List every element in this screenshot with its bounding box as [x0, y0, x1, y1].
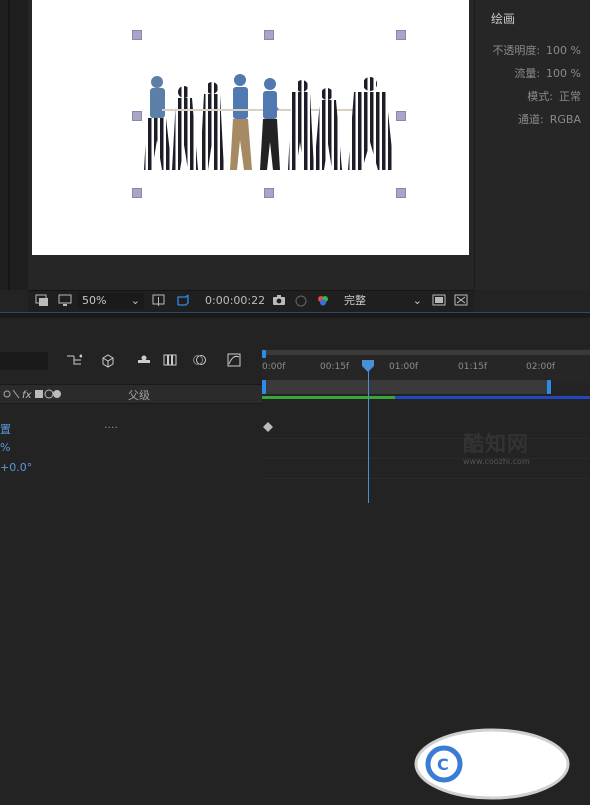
monitor-icon[interactable] — [58, 294, 72, 307]
work-area-bar[interactable] — [262, 350, 590, 355]
layer-property-name: % — [0, 441, 11, 454]
render-range-bar — [395, 396, 590, 399]
zoom-dropdown[interactable]: 50% ⌄ — [78, 293, 144, 309]
current-time-display[interactable]: 0:00:00:22 — [205, 293, 265, 309]
svg-text:C: C — [437, 755, 449, 774]
watermark-logo: C — [414, 728, 570, 800]
watermark-brand: 酷知网 — [463, 432, 529, 456]
flow-row[interactable]: 流量: 100 % — [514, 65, 581, 81]
resolution-dropdown[interactable]: 完整 ⌄ — [340, 293, 426, 309]
hide-shy-layers-icon[interactable] — [136, 352, 152, 368]
channels-value[interactable]: RGBA — [550, 113, 581, 126]
layer-property-name: 置 — [0, 423, 11, 436]
opacity-value[interactable]: 100 % — [546, 44, 581, 57]
resolution-value: 完整 — [344, 294, 366, 307]
motion-blur-icon[interactable] — [192, 352, 208, 368]
channels-row[interactable]: 通道: RGBA — [518, 111, 581, 127]
layer-switches-icons[interactable]: fx — [2, 388, 62, 400]
keyframe-track[interactable] — [262, 418, 590, 439]
zoom-value: 50% — [82, 294, 107, 307]
paint-panel-title: 绘画 — [491, 12, 516, 26]
transparency-grid-icon[interactable] — [176, 294, 190, 307]
work-area-start-handle[interactable] — [262, 350, 266, 358]
frame-blending-icon[interactable] — [162, 352, 178, 368]
mode-label: 模式: — [527, 90, 553, 103]
keyframe-diamond-icon[interactable] — [263, 422, 273, 432]
playhead-icon[interactable] — [362, 360, 374, 372]
composition-flowchart-icon[interactable] — [66, 352, 82, 368]
ruler-label: 01:00f — [389, 362, 419, 372]
graph-editor-icon[interactable] — [226, 352, 242, 368]
color-channels-icon[interactable] — [316, 294, 330, 307]
ruler-label: 02:00f — [526, 362, 556, 372]
layer-column-header: fx 父级 — [0, 384, 262, 404]
layer-row[interactable]: % — [0, 438, 262, 458]
always-preview-icon[interactable] — [35, 294, 49, 307]
layer-duration-bar[interactable] — [262, 380, 550, 394]
show-snapshot-icon[interactable] — [294, 294, 308, 307]
channels-label: 通道: — [518, 113, 544, 126]
layer-in-point-handle[interactable] — [262, 380, 266, 394]
cached-frames-bar — [262, 396, 395, 399]
timeline-panel: fx 父级 置 .... % +0.0° 0:00f 00:15f 01:00f… — [0, 318, 590, 800]
mode-row[interactable]: 模式: 正常 — [527, 88, 581, 104]
flow-value[interactable]: 100 % — [546, 67, 581, 80]
keyframe-track[interactable] — [262, 458, 590, 479]
layer-search-input[interactable] — [0, 352, 48, 370]
ruler-label: 00:15f — [320, 362, 350, 372]
transform-handle[interactable] — [132, 188, 142, 198]
transform-handle[interactable] — [264, 30, 274, 40]
chevron-down-icon: ⌄ — [412, 294, 422, 307]
transform-handle[interactable] — [396, 188, 406, 198]
layer-row[interactable]: +0.0° — [0, 458, 262, 478]
layer-property-value[interactable]: .... — [104, 418, 118, 431]
region-of-interest-icon[interactable] — [152, 294, 166, 307]
opacity-row[interactable]: 不透明度: 100 % — [492, 42, 581, 58]
transform-handle[interactable] — [132, 30, 142, 40]
parent-column-label: 父级 — [128, 389, 150, 402]
camera-snapshot-icon[interactable] — [272, 294, 286, 307]
layer-property-name: +0.0° — [0, 461, 33, 474]
opacity-label: 不透明度: — [492, 44, 541, 57]
transform-handle[interactable] — [264, 188, 274, 198]
ruler-label: 01:15f — [458, 362, 488, 372]
watermark-url: www.coozhi.com — [463, 457, 530, 466]
ruler-label: 0:00f — [262, 362, 286, 372]
layer-row[interactable]: 置 .... — [0, 418, 262, 438]
layer-out-point-handle[interactable] — [547, 380, 551, 394]
flow-label: 流量: — [514, 67, 541, 80]
composition-canvas[interactable] — [32, 0, 469, 255]
playhead-line[interactable] — [368, 360, 369, 503]
left-panel-strip — [0, 0, 28, 290]
toggle-pixel-aspect-icon[interactable] — [454, 294, 468, 307]
tug-of-war-image — [144, 74, 394, 170]
fast-preview-icon[interactable] — [432, 294, 446, 307]
mode-value[interactable]: 正常 — [559, 90, 581, 103]
svg-text:fx: fx — [22, 390, 32, 400]
draft-3d-icon[interactable] — [100, 352, 116, 368]
chevron-down-icon: ⌄ — [130, 294, 140, 307]
viewer-toolbar: 50% ⌄ 0:00:00:22 完整 ⌄ — [28, 290, 474, 312]
panel-edge — [8, 0, 10, 290]
transform-handle[interactable] — [132, 111, 142, 121]
paint-panel: 绘画 不透明度: 100 % 流量: 100 % 模式: 正常 通道: RGBA — [474, 0, 590, 290]
transform-handle[interactable] — [396, 30, 406, 40]
keyframe-track[interactable] — [262, 438, 590, 459]
